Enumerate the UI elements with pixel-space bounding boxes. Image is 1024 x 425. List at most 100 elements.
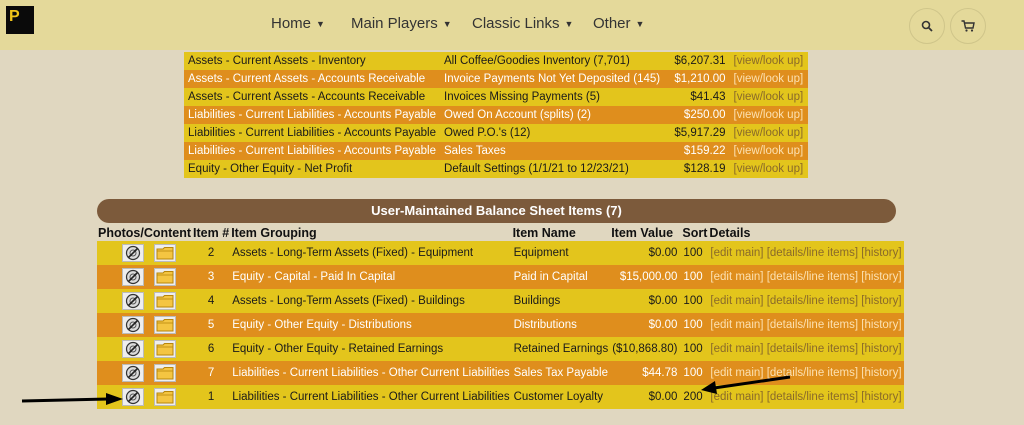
- folder-button[interactable]: [154, 388, 176, 406]
- details-line-items-link[interactable]: [details/line items]: [767, 247, 858, 259]
- panel-title: User-Maintained Balance Sheet Items (7): [97, 199, 896, 223]
- amount-cell: $1,210.00: [670, 70, 730, 88]
- folder-button[interactable]: [154, 364, 176, 382]
- history-link[interactable]: [history]: [861, 295, 901, 307]
- annotation-arrow-right: [701, 375, 791, 394]
- no-photo-button[interactable]: [122, 292, 144, 310]
- nav-item-2[interactable]: Classic Links ▼: [472, 15, 573, 32]
- col-value: Item Value: [611, 226, 674, 240]
- folder-button[interactable]: [154, 268, 176, 286]
- account-cell: Assets - Current Assets - Accounts Recei…: [184, 70, 441, 88]
- search-icon: [921, 20, 933, 32]
- table-row: Assets - Current Assets - Accounts Recei…: [184, 70, 808, 88]
- item-value-cell: $15,000.00: [610, 265, 682, 289]
- history-link[interactable]: [history]: [861, 247, 901, 259]
- item-name-cell: Distributions: [511, 313, 611, 337]
- edit-main-link[interactable]: [edit main]: [710, 247, 763, 259]
- item-grouping-cell: Liabilities - Current Liabilities - Othe…: [230, 361, 512, 385]
- photos-cell: [97, 313, 193, 337]
- details-cell: [edit main] [details/line items] [histor…: [708, 265, 904, 289]
- nav-label: Other: [593, 15, 631, 32]
- folder-icon: [156, 319, 174, 332]
- view-look-up-link[interactable]: [view/look up]: [729, 124, 808, 142]
- view-look-up-link[interactable]: [view/look up]: [729, 52, 808, 70]
- description-cell: Default Settings (1/1/21 to 12/23/21): [440, 160, 671, 178]
- chevron-down-icon: ▼: [564, 18, 574, 29]
- amount-cell: $159.22: [670, 142, 730, 160]
- item-value-cell: $44.78: [610, 361, 682, 385]
- sort-cell: 100: [681, 289, 709, 313]
- table-row: 2 Assets - Long-Term Assets (Fixed) - Equ…: [97, 241, 904, 265]
- sort-cell: 100: [681, 337, 709, 361]
- view-look-up-link[interactable]: [view/look up]: [729, 88, 808, 106]
- details-cell: [edit main] [details/line items] [histor…: [708, 337, 904, 361]
- folder-button[interactable]: [154, 244, 176, 262]
- no-photo-button[interactable]: [122, 388, 144, 406]
- details-line-items-link[interactable]: [details/line items]: [767, 343, 858, 355]
- details-cell: [edit main] [details/line items] [histor…: [708, 313, 904, 337]
- item-grouping-cell: Liabilities - Current Liabilities - Othe…: [230, 385, 512, 409]
- folder-icon: [156, 367, 174, 380]
- item-grouping-cell: Assets - Long-Term Assets (Fixed) - Equi…: [230, 241, 512, 265]
- folder-button[interactable]: [154, 340, 176, 358]
- nav-item-0[interactable]: Home ▼: [271, 15, 325, 32]
- edit-main-link[interactable]: [edit main]: [710, 319, 763, 331]
- auto-balance-table: Assets - Current Assets - Inventory All C…: [184, 52, 808, 178]
- history-link[interactable]: [history]: [861, 391, 901, 403]
- view-look-up-link[interactable]: [view/look up]: [729, 106, 808, 124]
- amount-cell: $41.43: [670, 88, 730, 106]
- no-photo-icon: [125, 389, 141, 405]
- no-photo-button[interactable]: [122, 268, 144, 286]
- nav-label: Home: [271, 15, 312, 32]
- account-cell: Liabilities - Current Liabilities - Acco…: [184, 106, 441, 124]
- folder-icon: [156, 343, 174, 356]
- amount-cell: $128.19: [670, 160, 730, 178]
- details-line-items-link[interactable]: [details/line items]: [767, 295, 858, 307]
- edit-main-link[interactable]: [edit main]: [710, 271, 763, 283]
- nav-label: Classic Links: [472, 15, 560, 32]
- search-button[interactable]: [909, 8, 945, 44]
- details-line-items-link[interactable]: [details/line items]: [767, 319, 858, 331]
- table-row: 4 Assets - Long-Term Assets (Fixed) - Bui…: [97, 289, 904, 313]
- no-photo-button[interactable]: [122, 316, 144, 334]
- no-photo-button[interactable]: [122, 340, 144, 358]
- chevron-down-icon: ▼: [442, 18, 452, 29]
- item-number-cell: 5: [192, 313, 231, 337]
- edit-main-link[interactable]: [edit main]: [710, 295, 763, 307]
- photos-cell: [97, 289, 193, 313]
- nav-item-3[interactable]: Other ▼: [593, 15, 644, 32]
- annotation-arrow-left: [21, 393, 123, 405]
- table-row: Assets - Current Assets - Accounts Recei…: [184, 88, 808, 106]
- history-link[interactable]: [history]: [861, 271, 901, 283]
- table-row: 3 Equity - Capital - Paid In Capital Paid …: [97, 265, 904, 289]
- no-photo-button[interactable]: [122, 364, 144, 382]
- folder-button[interactable]: [154, 316, 176, 334]
- cart-button[interactable]: [950, 8, 986, 44]
- item-number-cell: 2: [192, 241, 231, 265]
- no-photo-button[interactable]: [122, 244, 144, 262]
- table-row: 5 Equity - Other Equity - Distributions Di…: [97, 313, 904, 337]
- view-look-up-link[interactable]: [view/look up]: [729, 142, 808, 160]
- table-row: 6 Equity - Other Equity - Retained Earnin…: [97, 337, 904, 361]
- view-look-up-link[interactable]: [view/look up]: [729, 70, 808, 88]
- edit-main-link[interactable]: [edit main]: [710, 343, 763, 355]
- item-name-cell: Sales Tax Payable: [511, 361, 611, 385]
- folder-icon: [156, 247, 174, 260]
- history-link[interactable]: [history]: [861, 343, 901, 355]
- details-line-items-link[interactable]: [details/line items]: [767, 271, 858, 283]
- item-number-cell: 4: [192, 289, 231, 313]
- photos-cell: [97, 241, 193, 265]
- history-link[interactable]: [history]: [861, 367, 901, 379]
- no-photo-icon: [125, 245, 141, 261]
- col-grouping: Item Grouping: [231, 226, 317, 240]
- folder-button[interactable]: [154, 292, 176, 310]
- sort-cell: 100: [681, 313, 709, 337]
- view-look-up-link[interactable]: [view/look up]: [729, 160, 808, 178]
- photos-cell: [97, 265, 193, 289]
- description-cell: Sales Taxes: [440, 142, 671, 160]
- no-photo-icon: [125, 293, 141, 309]
- sort-cell: 100: [681, 241, 709, 265]
- item-number-cell: 7: [192, 361, 231, 385]
- history-link[interactable]: [history]: [861, 319, 901, 331]
- nav-item-1[interactable]: Main Players ▼: [351, 15, 452, 32]
